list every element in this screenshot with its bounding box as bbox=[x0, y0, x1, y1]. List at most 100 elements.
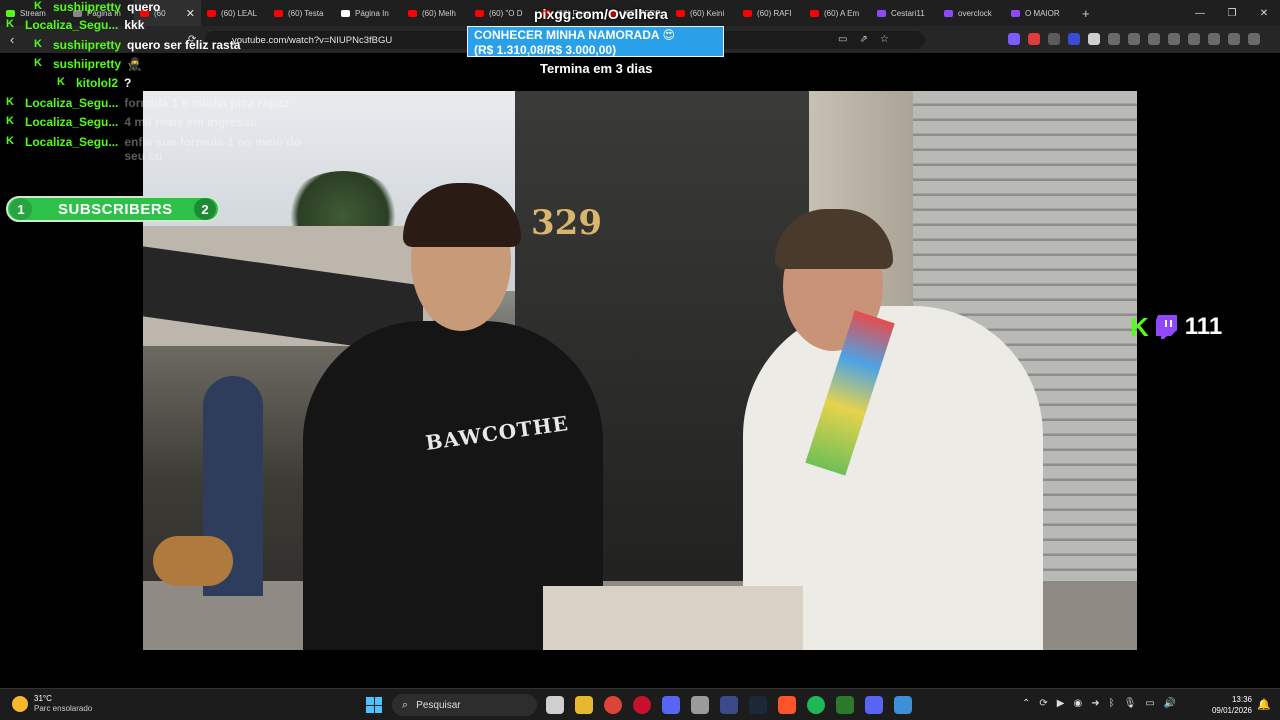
donation-goal-amount: (R$ 1.310,08/R$ 3.000,00) bbox=[474, 43, 617, 57]
chat-message: Ksushiipretty quero bbox=[34, 0, 160, 14]
tray-app-icon[interactable]: ◉ bbox=[1073, 698, 1082, 709]
chat-message: Ksushiipretty quero ser feliz rasta bbox=[34, 38, 240, 52]
minimize-button[interactable]: — bbox=[1184, 8, 1216, 19]
extensions-puzzle-icon[interactable] bbox=[1108, 33, 1120, 45]
subscribers-goal-bar: 1 SUBSCRIBERS 2 bbox=[6, 196, 220, 222]
tab-label: (60) Melh bbox=[422, 8, 456, 18]
chat-text: quero ser feliz rasta bbox=[127, 38, 241, 52]
tab-label: O MAIOR bbox=[1025, 8, 1060, 18]
brave-icon[interactable] bbox=[778, 696, 796, 714]
kick-badge-icon: K bbox=[6, 18, 14, 30]
share-icon[interactable]: ⇗ bbox=[859, 34, 867, 45]
browser-tab[interactable]: (60) "O D bbox=[469, 0, 536, 26]
media-icon[interactable] bbox=[1148, 33, 1160, 45]
discord-icon[interactable] bbox=[865, 696, 883, 714]
chat-text: 4 mil reais em ingresso bbox=[124, 115, 258, 129]
sync-icon[interactable]: ⟳ bbox=[1039, 698, 1047, 709]
chat-username[interactable]: kitolol2 bbox=[76, 76, 118, 90]
chat-text: kkk bbox=[124, 18, 145, 32]
spotify-icon[interactable] bbox=[807, 696, 825, 714]
sidebar-icon[interactable] bbox=[1168, 33, 1180, 45]
chat-text: ? bbox=[124, 76, 132, 90]
extension-icon[interactable] bbox=[1068, 33, 1080, 45]
browser-tab[interactable]: Página In bbox=[335, 0, 402, 26]
chat-username[interactable]: Localiza_Segu... bbox=[25, 115, 118, 129]
kick-badge-icon: K bbox=[6, 115, 14, 127]
weather-temp: 31°C bbox=[34, 694, 52, 703]
volume-icon[interactable]: 🔊 bbox=[1164, 698, 1176, 709]
house-number: 329 bbox=[531, 203, 602, 243]
chat-overlay: Ksushiipretty quero K Localiza_Segu... kkk Ks… bbox=[0, 0, 310, 180]
bookmark-icon[interactable]: ☆ bbox=[880, 34, 889, 45]
tab-label: overclock bbox=[958, 8, 992, 18]
taskbar-search[interactable]: ⌕ Pesquisar bbox=[392, 694, 537, 716]
menu-icon[interactable] bbox=[1248, 33, 1260, 45]
restore-button[interactable]: ❐ bbox=[1216, 8, 1248, 19]
browser-tab[interactable]: O MAIOR bbox=[1005, 0, 1072, 26]
chat-username[interactable]: Localiza_Segu... bbox=[25, 18, 118, 32]
browser-tab[interactable]: (60) Melh bbox=[402, 0, 469, 26]
network-icon[interactable]: ▭ bbox=[1145, 698, 1154, 709]
browser-tab[interactable]: (60) Keini bbox=[670, 0, 737, 26]
weather-icon bbox=[12, 696, 28, 712]
chat-text: 🥷 bbox=[127, 57, 142, 71]
bluetooth-icon[interactable]: ᛒ bbox=[1109, 698, 1115, 709]
clock[interactable]: 13:36 09/01/2026 bbox=[1208, 694, 1252, 716]
chat-message: K Localiza_Segu... 4 mil reais em ingresso bbox=[6, 115, 257, 129]
steam-icon[interactable] bbox=[749, 696, 767, 714]
chevron-up-icon[interactable]: ⌃ bbox=[1022, 698, 1030, 709]
clock-time: 13:36 bbox=[1231, 695, 1252, 704]
tab-favicon-icon bbox=[1011, 9, 1020, 17]
opera-icon[interactable] bbox=[633, 696, 651, 714]
twitch-icon bbox=[1155, 315, 1177, 339]
ai-icon[interactable] bbox=[1208, 33, 1220, 45]
window-controls: — ❐ ✕ bbox=[1184, 0, 1280, 26]
extension-icon[interactable] bbox=[1048, 33, 1060, 45]
chrome-icon[interactable] bbox=[604, 696, 622, 714]
github-icon[interactable] bbox=[691, 696, 709, 714]
subscribers-current: 1 bbox=[10, 198, 32, 220]
kick-icon: K bbox=[1130, 312, 1149, 342]
video-table bbox=[543, 586, 803, 650]
subscribers-label: SUBSCRIBERS bbox=[58, 200, 173, 218]
play-icon[interactable]: ▶ bbox=[1057, 698, 1065, 709]
chat-username[interactable]: sushiipretty bbox=[53, 0, 121, 14]
tab-favicon-icon bbox=[341, 9, 350, 17]
chat-username[interactable]: sushiipretty bbox=[53, 38, 121, 52]
extension-icon[interactable] bbox=[1028, 33, 1040, 45]
notification-icon[interactable]: 🔔 bbox=[1257, 698, 1271, 711]
notepad-icon[interactable] bbox=[894, 696, 912, 714]
url-actions: ▭ ⇗ ☆ bbox=[838, 34, 889, 45]
shield-icon[interactable] bbox=[1228, 33, 1240, 45]
app-icon[interactable] bbox=[836, 696, 854, 714]
file-explorer-icon[interactable] bbox=[575, 696, 593, 714]
cast-icon[interactable]: ▭ bbox=[838, 34, 847, 45]
browser-tab[interactable]: (60) A Em bbox=[804, 0, 871, 26]
close-window-button[interactable]: ✕ bbox=[1248, 8, 1280, 19]
app-icon[interactable] bbox=[720, 696, 738, 714]
browser-tab[interactable]: (60) RAFI bbox=[737, 0, 804, 26]
chat-username[interactable]: sushiipretty bbox=[53, 57, 121, 71]
mic-icon[interactable]: 🎙 bbox=[1124, 698, 1137, 709]
extension-icon[interactable] bbox=[1008, 33, 1020, 45]
tray-app-icon[interactable]: ➜ bbox=[1091, 698, 1099, 709]
task-view-icon[interactable] bbox=[546, 696, 564, 714]
kick-badge-icon: K bbox=[34, 57, 42, 69]
donation-goal-box: CONHECER MINHA NAMORADA 😍 (R$ 1.310,08/R… bbox=[467, 26, 724, 57]
tab-favicon-icon bbox=[810, 9, 819, 17]
extension-icon[interactable] bbox=[1088, 33, 1100, 45]
search-icon: ⌕ bbox=[402, 698, 409, 711]
weather-desc: Parc ensolarado bbox=[34, 704, 93, 713]
new-tab-button[interactable]: + bbox=[1072, 6, 1100, 21]
screenshot-icon[interactable] bbox=[1128, 33, 1140, 45]
viewer-count: K 111 bbox=[1130, 313, 1222, 341]
start-button[interactable] bbox=[366, 697, 382, 713]
chat-username[interactable]: Localiza_Segu... bbox=[25, 96, 118, 110]
tab-label: (60) "O D bbox=[489, 8, 523, 18]
weather-widget[interactable]: 31°C Parc ensolarado bbox=[12, 694, 92, 714]
chat-username[interactable]: Localiza_Segu... bbox=[25, 135, 118, 149]
app-icon[interactable] bbox=[662, 696, 680, 714]
browser-tab[interactable]: Cestari11 bbox=[871, 0, 938, 26]
browser-tab[interactable]: overclock bbox=[938, 0, 1005, 26]
wallet-icon[interactable] bbox=[1188, 33, 1200, 45]
